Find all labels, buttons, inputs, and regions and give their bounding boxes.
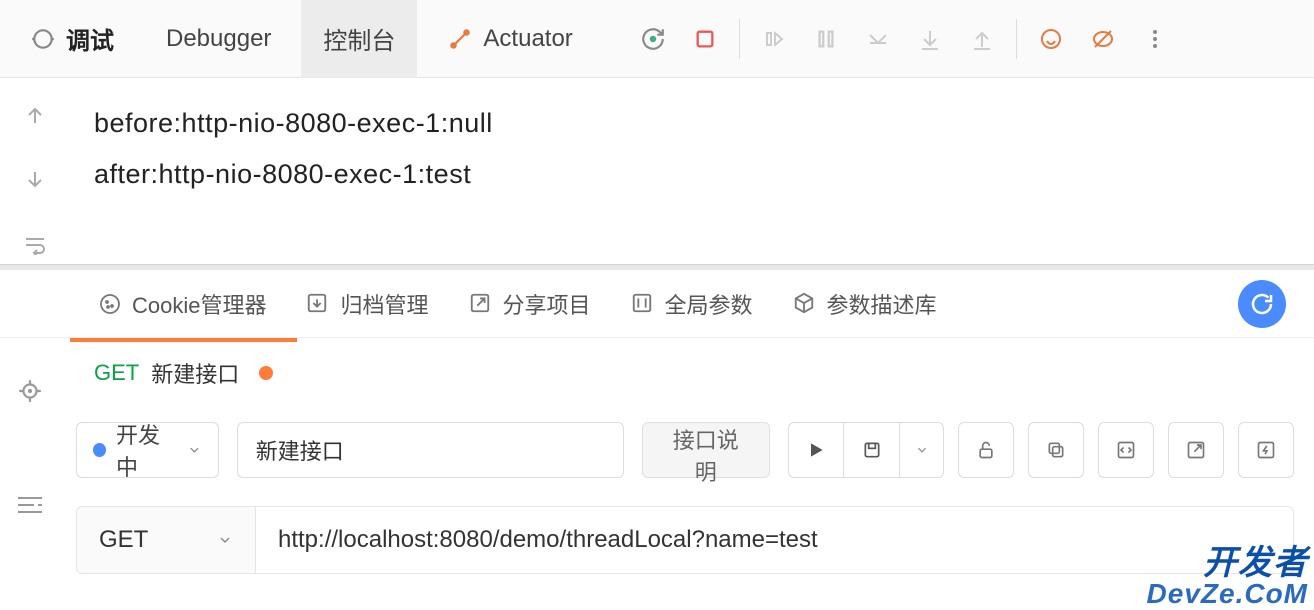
- left-gutter: [0, 348, 60, 516]
- debugger-toolbar: 调试 Debugger 控制台 Actuator: [0, 0, 1314, 78]
- scroll-down-button[interactable]: [15, 161, 55, 200]
- save-dropdown-button[interactable]: [900, 422, 944, 478]
- wrap-button[interactable]: [15, 225, 55, 264]
- unsaved-dot-icon: [259, 366, 273, 380]
- send-button[interactable]: [788, 422, 844, 478]
- tab-actuator[interactable]: Actuator: [425, 0, 594, 78]
- tab-debug[interactable]: 调试: [8, 0, 136, 78]
- tab-console[interactable]: 控制台: [301, 0, 417, 78]
- filter-icon[interactable]: [16, 494, 44, 516]
- tab-actuator-label: Actuator: [483, 25, 572, 53]
- locate-icon[interactable]: [17, 378, 43, 404]
- archive-icon: [306, 292, 330, 316]
- export-button[interactable]: [1168, 422, 1224, 478]
- code-button[interactable]: [1098, 422, 1154, 478]
- step-into-button[interactable]: [856, 17, 900, 61]
- status-label: 开发中: [116, 418, 177, 482]
- global-params-button[interactable]: 全局参数: [631, 288, 753, 320]
- tab-debugger[interactable]: Debugger: [144, 0, 293, 78]
- stop-button[interactable]: [683, 17, 727, 61]
- api-tab-name: 新建接口: [151, 357, 239, 389]
- api-name-input[interactable]: [237, 422, 624, 478]
- tab-debug-label: 调试: [66, 21, 114, 56]
- watermark: 开发者 DevZe.CoM: [1147, 546, 1308, 608]
- url-input[interactable]: [256, 506, 1294, 574]
- tab-debugger-label: Debugger: [166, 25, 271, 53]
- step-over-button[interactable]: [752, 17, 796, 61]
- status-dot-icon: [93, 443, 106, 457]
- archive-button[interactable]: 归档管理: [306, 288, 428, 320]
- save-button[interactable]: [844, 422, 900, 478]
- status-select[interactable]: 开发中: [76, 422, 219, 478]
- mute-button[interactable]: [1081, 17, 1125, 61]
- param-lib-label: 参数描述库: [827, 288, 937, 320]
- step-down-button[interactable]: [908, 17, 952, 61]
- share-icon: [469, 292, 493, 316]
- debug-icon: [30, 26, 56, 52]
- actuator-icon: [447, 26, 473, 52]
- api-toolbar: Cookie管理器 归档管理 分享项目 全局参数 参数描述库: [0, 270, 1314, 338]
- cookie-icon: [98, 292, 122, 316]
- copy-button[interactable]: [1028, 422, 1084, 478]
- rerun-button[interactable]: [631, 17, 675, 61]
- param-lib-button[interactable]: 参数描述库: [793, 288, 937, 320]
- cookie-manager-button[interactable]: Cookie管理器: [98, 288, 266, 320]
- http-method-label: GET: [99, 526, 148, 554]
- api-tab-method: GET: [94, 360, 139, 386]
- params-icon: [631, 292, 655, 316]
- share-button[interactable]: 分享项目: [469, 288, 591, 320]
- box-icon: [793, 292, 817, 316]
- action-group: [788, 422, 1294, 478]
- more-button[interactable]: [1133, 17, 1177, 61]
- chevron-down-icon: [217, 532, 233, 548]
- api-tab[interactable]: GET 新建接口: [70, 338, 297, 404]
- archive-label: 归档管理: [340, 288, 428, 320]
- api-tab-bar: GET 新建接口: [0, 338, 1314, 404]
- separator: [739, 19, 740, 59]
- lock-button[interactable]: [958, 422, 1014, 478]
- api-description-button[interactable]: 接口说明: [642, 422, 771, 478]
- console-output[interactable]: before:http-nio-8080-exec-1:null after:h…: [70, 78, 1314, 264]
- chevron-down-icon: [187, 442, 202, 458]
- separator: [1016, 19, 1017, 59]
- global-params-label: 全局参数: [665, 288, 753, 320]
- console-body: before:http-nio-8080-exec-1:null after:h…: [0, 78, 1314, 264]
- console-gutter: [0, 78, 70, 264]
- bolt-button[interactable]: [1238, 422, 1294, 478]
- url-row: GET: [0, 496, 1314, 584]
- tab-console-label: 控制台: [323, 21, 395, 56]
- console-line: before:http-nio-8080-exec-1:null: [94, 98, 1290, 149]
- cookie-manager-label: Cookie管理器: [132, 288, 266, 320]
- step-out-button[interactable]: [960, 17, 1004, 61]
- refresh-button[interactable]: [1238, 280, 1286, 328]
- evaluate-button[interactable]: [1029, 17, 1073, 61]
- pause-button[interactable]: [804, 17, 848, 61]
- scroll-up-button[interactable]: [15, 96, 55, 135]
- share-label: 分享项目: [503, 288, 591, 320]
- http-method-select[interactable]: GET: [76, 506, 256, 574]
- console-line: after:http-nio-8080-exec-1:test: [94, 149, 1290, 200]
- api-form-row: 开发中 接口说明: [0, 404, 1314, 496]
